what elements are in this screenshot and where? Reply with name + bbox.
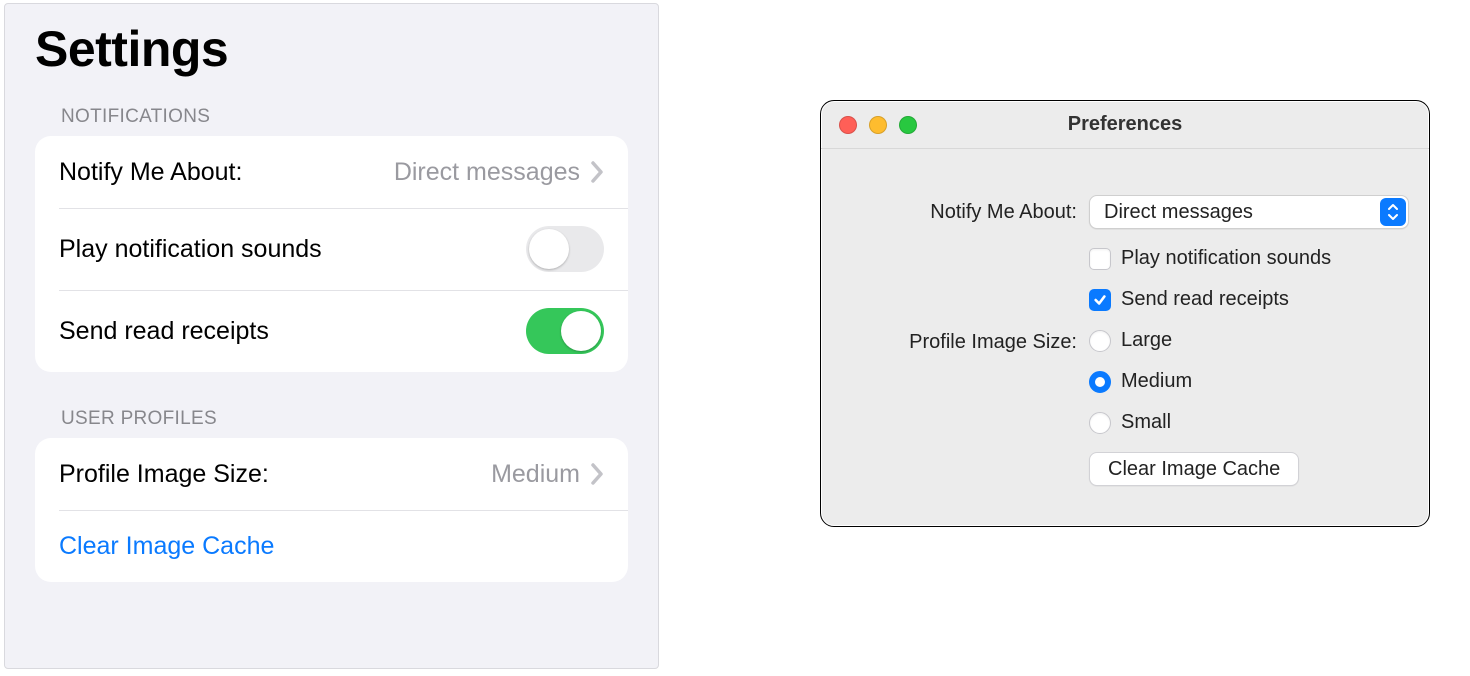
clear-image-cache-link[interactable]: Clear Image Cache [59,532,274,561]
titlebar[interactable]: Preferences [821,101,1429,149]
ios-settings-panel: Settings NOTIFICATIONS Notify Me About: … [4,3,659,669]
page-title: Settings [35,20,628,78]
section-header-user-profiles: USER PROFILES [61,408,628,430]
radio-large[interactable] [1089,330,1111,352]
profile-image-size-label: Profile Image Size: [59,460,269,489]
clear-image-cache-row[interactable]: Clear Image Cache [35,510,628,582]
mac-image-size-label: Profile Image Size: [841,329,1089,354]
clear-image-cache-button[interactable]: Clear Image Cache [1089,452,1299,486]
notify-me-about-label: Notify Me About: [59,158,242,187]
mac-notify-label: Notify Me About: [841,201,1089,224]
image-size-radio-group: Large Medium Small [1089,329,1409,434]
notify-me-about-value-wrap: Direct messages [394,158,604,187]
image-size-option-small[interactable]: Small [1089,411,1409,434]
radio-medium-label: Medium [1121,370,1192,393]
play-sounds-checkbox[interactable] [1089,248,1111,270]
user-profiles-card: Profile Image Size: Medium Clear Image C… [35,438,628,582]
close-icon[interactable] [839,116,857,134]
minimize-icon[interactable] [869,116,887,134]
play-sounds-row: Play notification sounds [35,208,628,290]
notify-me-about-select[interactable]: Direct messages [1089,195,1409,229]
profile-image-size-row[interactable]: Profile Image Size: Medium [35,438,628,510]
notify-me-about-row[interactable]: Notify Me About: Direct messages [35,136,628,208]
preferences-form: Notify Me About: Direct messages Play no… [821,149,1429,526]
radio-small-label: Small [1121,411,1171,434]
mac-preferences-window: Preferences Notify Me About: Direct mess… [820,100,1430,527]
window-title: Preferences [1068,113,1183,136]
chevron-right-icon [590,160,604,184]
mac-read-receipts-label: Send read receipts [1121,288,1289,311]
play-sounds-toggle[interactable] [526,226,604,272]
notify-me-about-select-value: Direct messages [1104,201,1253,224]
mac-play-sounds-row[interactable]: Play notification sounds [1089,247,1409,270]
play-sounds-label: Play notification sounds [59,235,322,264]
read-receipts-toggle[interactable] [526,308,604,354]
read-receipts-row: Send read receipts [35,290,628,372]
traffic-lights [839,116,917,134]
read-receipts-checkbox[interactable] [1089,289,1111,311]
notifications-card: Notify Me About: Direct messages Play no… [35,136,628,372]
mac-read-receipts-row[interactable]: Send read receipts [1089,288,1409,311]
select-arrows-icon [1380,198,1406,226]
profile-image-size-value-wrap: Medium [491,460,604,489]
image-size-option-large[interactable]: Large [1089,329,1409,352]
section-header-notifications: NOTIFICATIONS [61,106,628,128]
zoom-icon[interactable] [899,116,917,134]
read-receipts-label: Send read receipts [59,317,269,346]
notify-me-about-value: Direct messages [394,158,580,187]
image-size-option-medium[interactable]: Medium [1089,370,1409,393]
chevron-right-icon [590,462,604,486]
profile-image-size-value: Medium [491,460,580,489]
radio-medium[interactable] [1089,371,1111,393]
radio-small[interactable] [1089,412,1111,434]
radio-large-label: Large [1121,329,1172,352]
mac-play-sounds-label: Play notification sounds [1121,247,1331,270]
